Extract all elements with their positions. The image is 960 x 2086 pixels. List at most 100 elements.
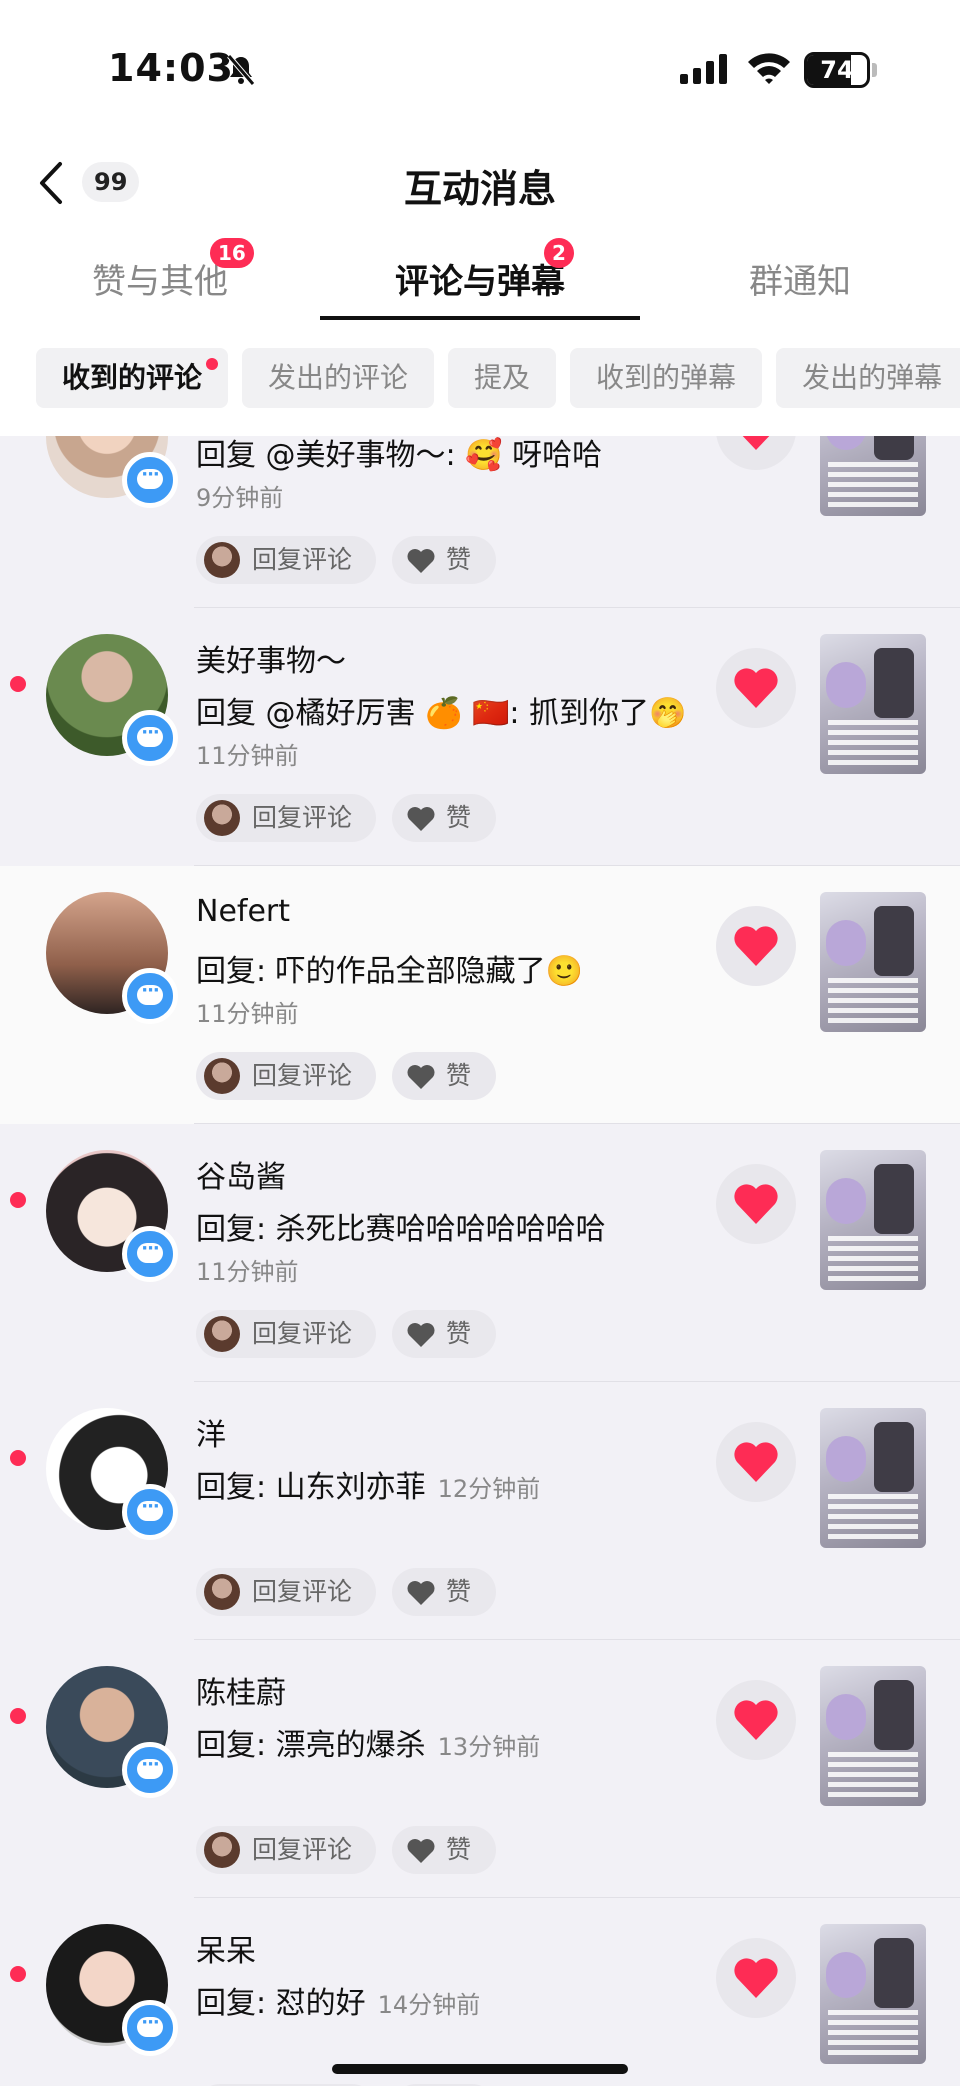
heart-icon bbox=[742, 436, 770, 450]
heart-icon bbox=[407, 1581, 435, 1605]
video-thumbnail[interactable] bbox=[820, 892, 926, 1032]
liked-heart-button[interactable] bbox=[716, 436, 796, 470]
user-name[interactable]: 陈桂蔚 bbox=[196, 1668, 286, 1712]
comment-item[interactable]: 洋回复: 山东刘亦菲 12分钟前回复评论 赞 bbox=[0, 1382, 960, 1640]
tab-label: 评论与弹幕 bbox=[395, 262, 565, 302]
tab-badge: 16 bbox=[210, 238, 254, 268]
status-time: 14:03 bbox=[108, 46, 234, 90]
reply-comment-button[interactable]: 回复评论 bbox=[196, 794, 376, 842]
tab-likes[interactable]: 赞与其他 16 bbox=[0, 238, 320, 303]
unread-dot bbox=[10, 676, 26, 692]
liked-heart-button[interactable] bbox=[716, 1422, 796, 1502]
like-button[interactable]: 赞 bbox=[392, 794, 496, 842]
like-label: 赞 bbox=[446, 803, 472, 832]
video-thumbnail[interactable] bbox=[820, 436, 926, 516]
like-button[interactable]: 赞 bbox=[392, 536, 496, 584]
chip-label: 收到的弹幕 bbox=[596, 361, 737, 394]
comment-body: 回复: 杀死比赛哈哈哈哈哈哈哈 bbox=[196, 1212, 606, 1247]
comment-text[interactable]: 回复: 吓的作品全部隐藏了🙂 bbox=[196, 946, 583, 990]
comment-body: 回复: 山东刘亦菲 bbox=[196, 1470, 426, 1505]
comment-body: 回复: 吓的作品全部隐藏了🙂 bbox=[196, 954, 583, 989]
chip-received-comments[interactable]: 收到的评论 bbox=[36, 348, 229, 408]
chip-sent-comments[interactable]: 发出的评论 bbox=[242, 348, 435, 408]
reply-label: 回复评论 bbox=[252, 1577, 353, 1606]
thumb-shape bbox=[874, 906, 914, 976]
liked-heart-button[interactable] bbox=[716, 648, 796, 728]
unread-dot bbox=[10, 1192, 26, 1208]
comment-text[interactable]: 回复: 漂亮的爆杀 13分钟前 bbox=[196, 1720, 540, 1764]
chip-mentions[interactable]: 提及 bbox=[448, 348, 557, 408]
user-name[interactable]: 洋 bbox=[196, 1410, 226, 1454]
battery-level: 74 bbox=[820, 56, 854, 84]
battery-cap bbox=[872, 63, 877, 77]
video-thumbnail[interactable] bbox=[820, 1408, 926, 1548]
comment-body: 回复: 怼的好 bbox=[196, 1986, 366, 2021]
signal-icon bbox=[680, 54, 727, 84]
like-button[interactable]: 赞 bbox=[392, 1826, 496, 1874]
liked-heart-button[interactable] bbox=[716, 1938, 796, 2018]
comment-time: 13分钟前 bbox=[437, 1733, 541, 1761]
chip-sent-danmaku[interactable]: 发出的弹幕 bbox=[776, 348, 960, 408]
reply-comment-button[interactable]: 回复评论 bbox=[196, 1310, 376, 1358]
comment-bubble-icon bbox=[122, 710, 178, 766]
user-name[interactable]: 呆呆 bbox=[196, 1926, 256, 1970]
thumb-caption-lines bbox=[828, 1752, 918, 1800]
comment-bubble-icon bbox=[122, 1226, 178, 1282]
comment-body: 回复 @美好事物～: 🥰 呀哈哈 bbox=[196, 438, 603, 473]
thumb-shape bbox=[826, 1436, 866, 1482]
comment-text[interactable]: 回复: 杀死比赛哈哈哈哈哈哈哈 bbox=[196, 1204, 606, 1248]
user-name[interactable]: 谷岛酱 bbox=[196, 1152, 286, 1196]
comment-text[interactable]: 回复 @美好事物～: 🥰 呀哈哈 bbox=[196, 436, 602, 474]
comment-item[interactable]: 回复 @美好事物～: 🥰 呀哈哈 9分钟前回复评论 赞 bbox=[0, 436, 960, 608]
thumb-caption-lines bbox=[828, 2010, 918, 2058]
comment-text[interactable]: 回复: 怼的好 14分钟前 bbox=[196, 1978, 480, 2022]
like-button[interactable]: 赞 bbox=[392, 1310, 496, 1358]
comment-time: 11分钟前 bbox=[196, 1258, 299, 1286]
video-thumbnail[interactable] bbox=[820, 1666, 926, 1806]
user-name[interactable]: 美好事物～ bbox=[196, 636, 346, 680]
thumb-shape bbox=[874, 1422, 914, 1492]
reply-comment-button[interactable]: 回复评论 bbox=[196, 1052, 376, 1100]
thumb-caption-lines bbox=[828, 1494, 918, 1542]
chip-received-danmaku[interactable]: 收到的弹幕 bbox=[570, 348, 763, 408]
tab-comments[interactable]: 评论与弹幕 2 bbox=[320, 238, 640, 303]
thumb-caption-lines bbox=[828, 978, 918, 1026]
thumb-caption-lines bbox=[828, 462, 918, 510]
chip-label: 收到的评论 bbox=[62, 361, 203, 394]
video-thumbnail[interactable] bbox=[820, 1150, 926, 1290]
like-button[interactable]: 赞 bbox=[392, 1052, 496, 1100]
liked-heart-button[interactable] bbox=[716, 906, 796, 986]
tab-group-notifications[interactable]: 群通知 bbox=[640, 254, 960, 303]
heart-icon bbox=[734, 668, 778, 708]
liked-heart-button[interactable] bbox=[716, 1680, 796, 1760]
thumb-shape bbox=[874, 648, 914, 718]
liked-heart-button[interactable] bbox=[716, 1164, 796, 1244]
comment-item[interactable]: 谷岛酱回复: 杀死比赛哈哈哈哈哈哈哈 11分钟前回复评论 赞 bbox=[0, 1124, 960, 1382]
my-avatar bbox=[204, 542, 240, 578]
like-label: 赞 bbox=[446, 545, 472, 574]
thumb-shape bbox=[826, 436, 866, 450]
wifi-icon bbox=[748, 53, 790, 84]
video-thumbnail[interactable] bbox=[820, 1924, 926, 2064]
like-label: 赞 bbox=[446, 1835, 472, 1864]
reply-label: 回复评论 bbox=[252, 545, 353, 574]
reply-comment-button[interactable]: 回复评论 bbox=[196, 1826, 376, 1874]
comment-text[interactable]: 回复 @橘好厉害 🍊 🇨🇳: 抓到你了🤭 bbox=[196, 688, 686, 732]
page-title: 互动消息 bbox=[403, 167, 556, 211]
comment-time: 11分钟前 bbox=[196, 1000, 299, 1028]
reply-comment-button[interactable]: 回复评论 bbox=[196, 536, 376, 584]
heart-icon bbox=[407, 1323, 435, 1347]
comment-item[interactable]: 呆呆回复: 怼的好14分钟前回复评论赞 bbox=[0, 1898, 960, 2086]
comment-item[interactable]: 美好事物～ 回复 @橘好厉害 🍊 🇨🇳: 抓到你了🤭 11分钟前回复评论 赞 bbox=[0, 608, 960, 866]
reply-comment-button[interactable]: 回复评论 bbox=[196, 1568, 376, 1616]
like-button[interactable]: 赞 bbox=[392, 1568, 496, 1616]
comment-item[interactable]: 陈桂蔚回复: 漂亮的爆杀 13分钟前回复评论 赞 bbox=[0, 1640, 960, 1898]
comment-time: 11分钟前 bbox=[196, 742, 299, 770]
comment-time: 14分钟前 bbox=[377, 1991, 481, 2019]
heart-icon bbox=[734, 1184, 778, 1224]
comment-item[interactable]: Nefert 回复: 吓的作品全部隐藏了🙂 11分钟前回复评论 赞 bbox=[0, 866, 960, 1124]
comment-text[interactable]: 回复: 山东刘亦菲 12分钟前 bbox=[196, 1462, 540, 1506]
home-indicator bbox=[332, 2064, 628, 2074]
user-name[interactable]: Nefert bbox=[196, 894, 290, 929]
video-thumbnail[interactable] bbox=[820, 634, 926, 774]
